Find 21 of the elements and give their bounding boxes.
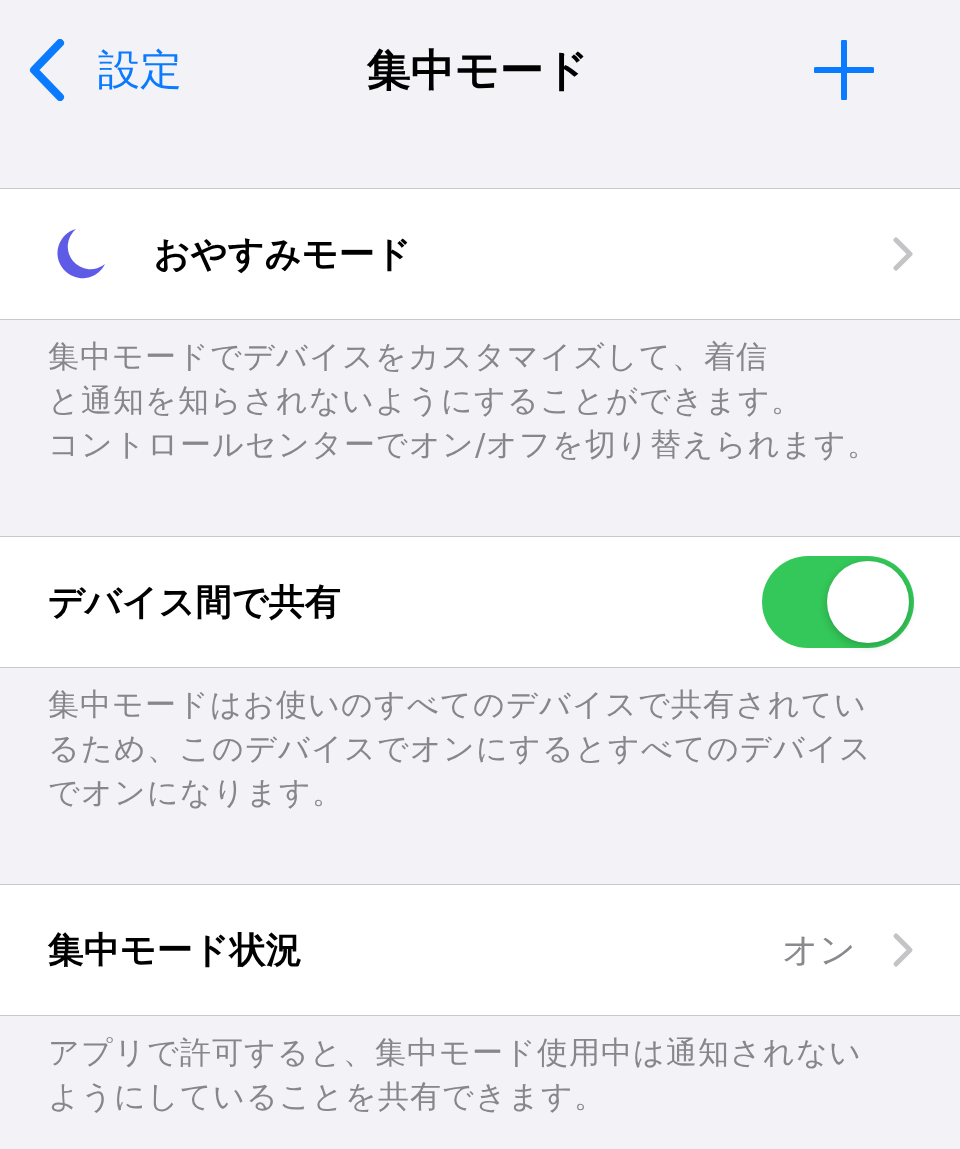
chevron-right-icon: [892, 236, 914, 272]
chevron-left-icon: [28, 39, 66, 101]
footer-text-line: 集中モードでデバイスをカスタマイズして、着信: [48, 337, 768, 376]
footer-text-line: コントロールセンターでオン/オフを切り替えられます。: [48, 425, 880, 464]
footer-text-line: アプリで許可すると、集中モード使用中は通知されない: [48, 1033, 862, 1072]
footer-text-line: でオンになります。: [48, 773, 344, 812]
screen-title: 集中モード: [366, 42, 590, 97]
status-row[interactable]: 集中モード状況 オン: [0, 885, 960, 1015]
add-button[interactable]: [814, 40, 874, 100]
row-label: 集中モード状況: [48, 927, 302, 972]
plus-icon: [814, 40, 874, 100]
chevron-right-icon: [892, 932, 914, 968]
footer-text-line: 集中モードはお使いのすべてのデバイスで共有されてい: [48, 685, 867, 724]
footer-text-line: と通知を知らされないようにすることができます。: [48, 381, 803, 420]
focus-mode-row[interactable]: おやすみモード: [0, 189, 960, 319]
footer-text-line: るため、このデバイスでオンにするとすべてのデバイス: [48, 729, 872, 768]
row-label: おやすみモード: [154, 231, 412, 276]
row-label: デバイス間で共有: [48, 579, 341, 624]
row-value: オン: [782, 927, 856, 972]
footer-text-line: ようにしていることを共有できます。: [48, 1077, 606, 1116]
back-button[interactable]: 設定: [28, 39, 182, 101]
